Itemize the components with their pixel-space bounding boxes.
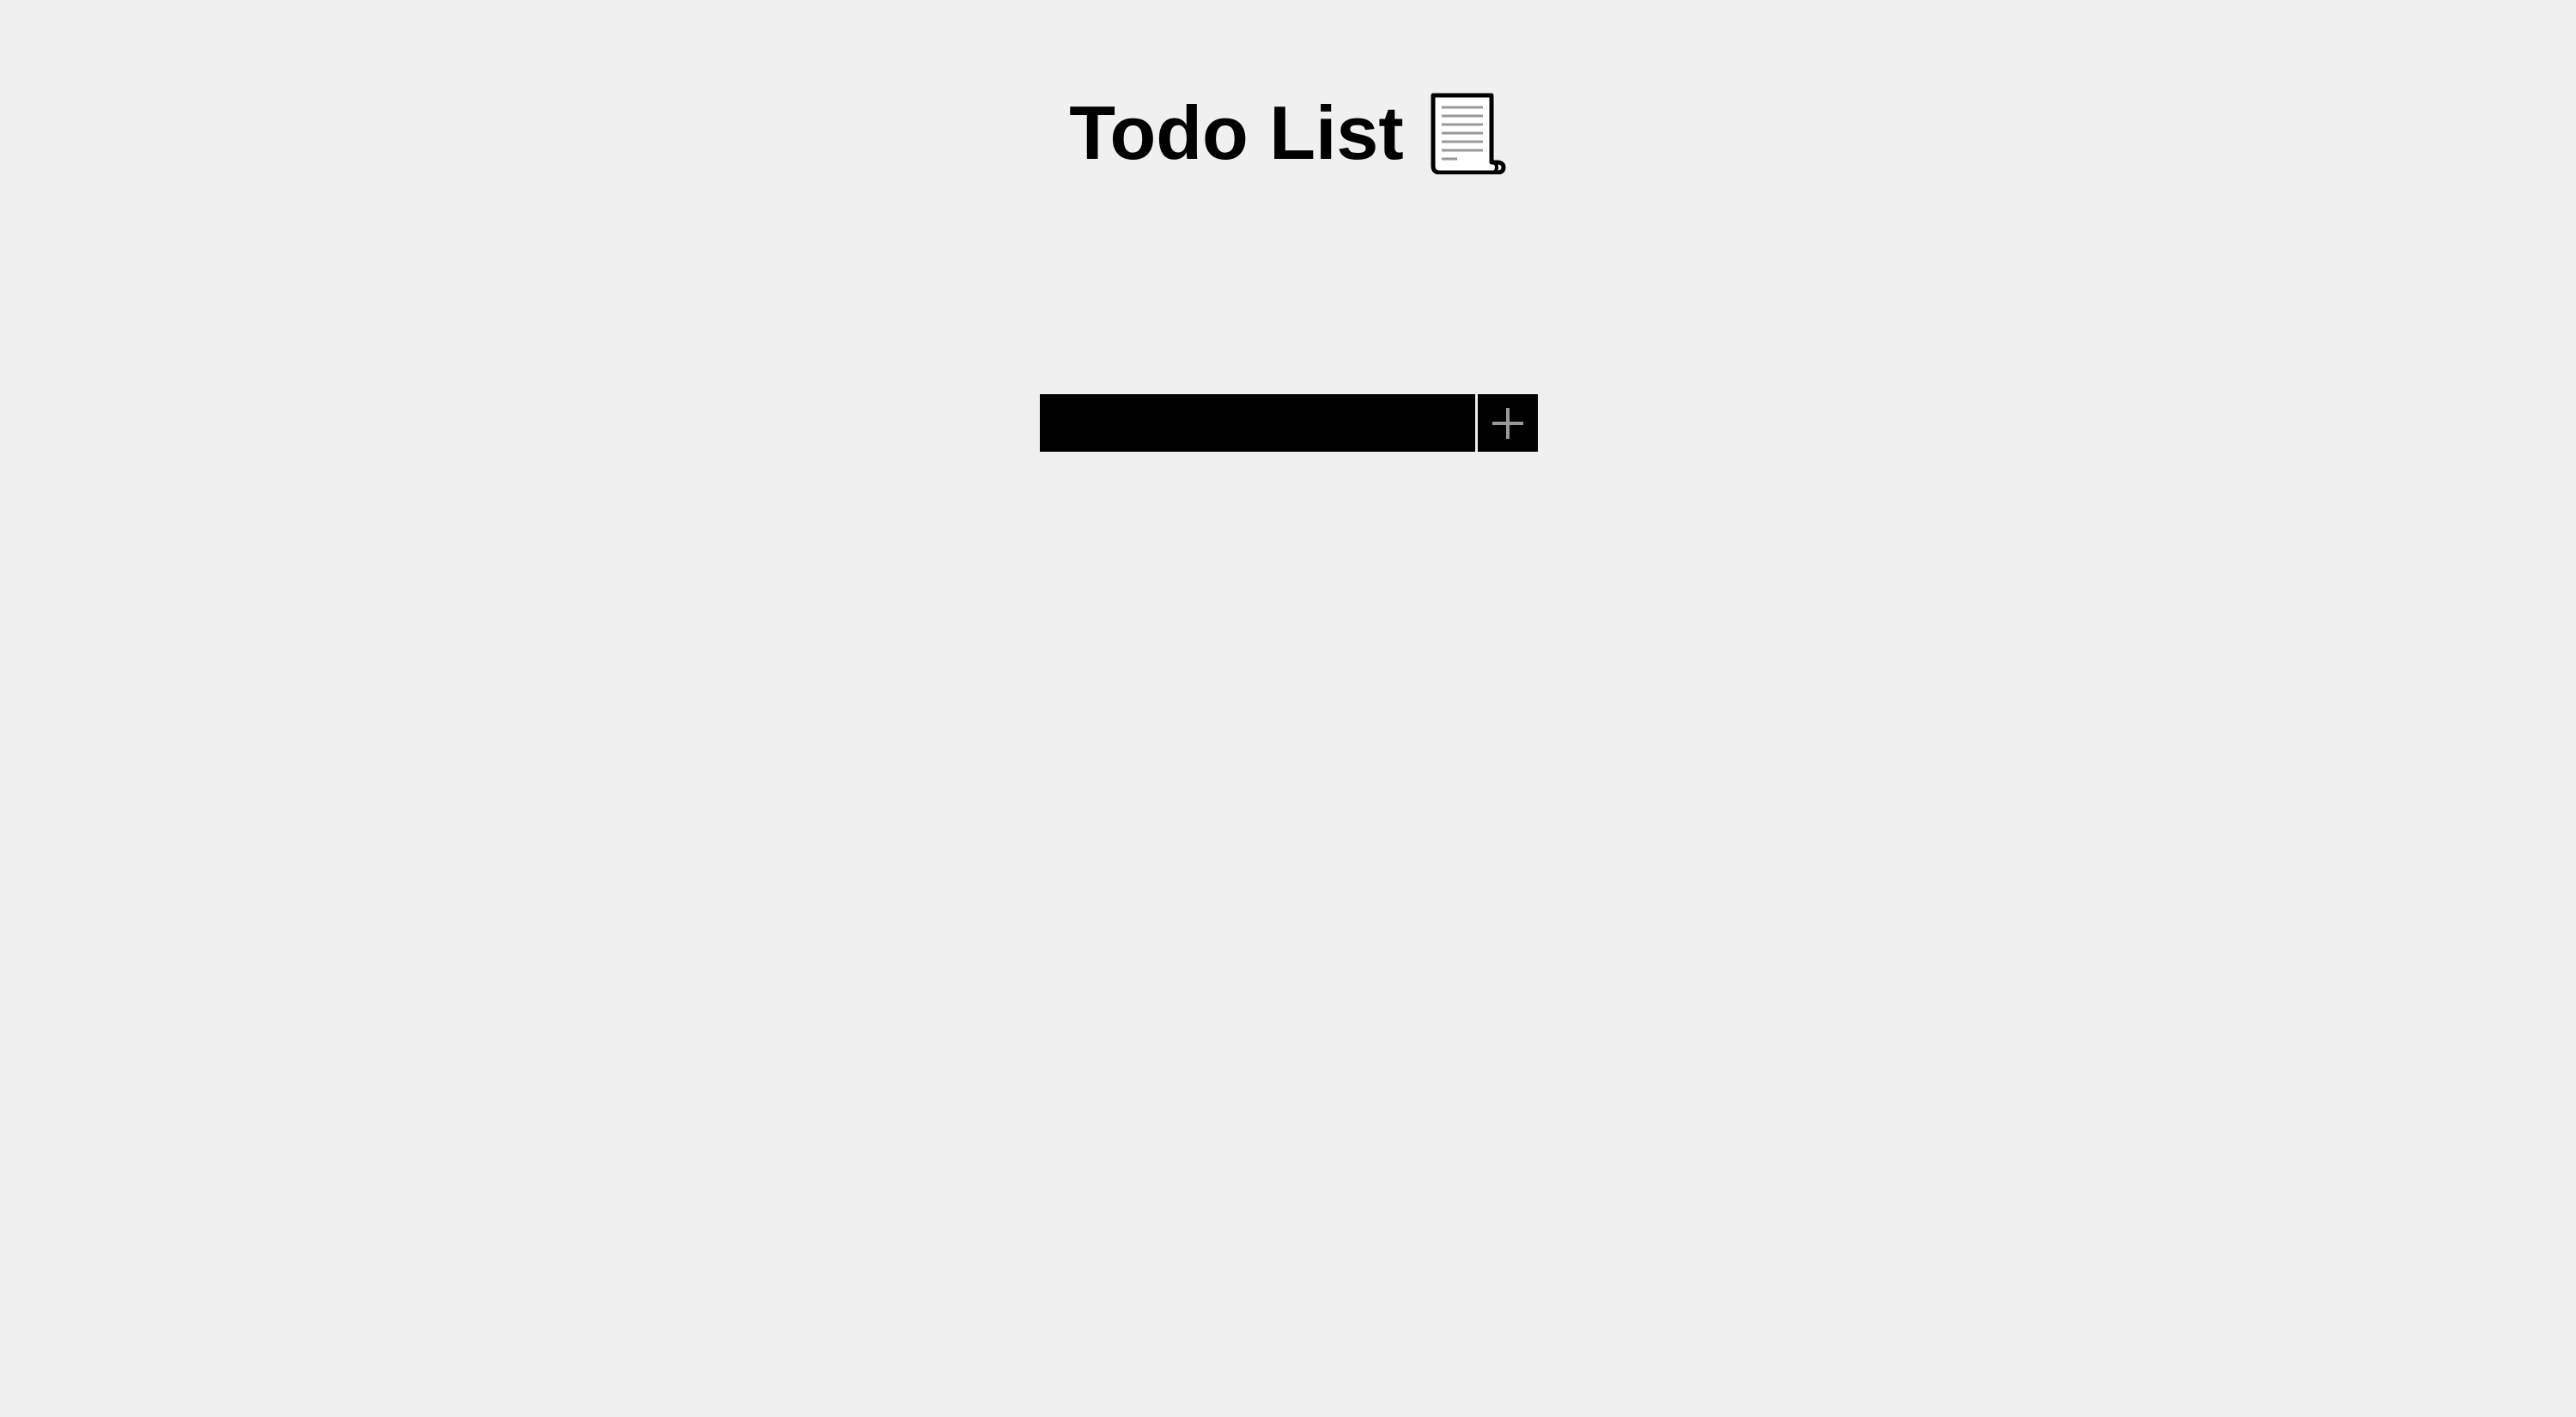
todo-input[interactable]: [1040, 394, 1475, 452]
scroll-page-icon: [1428, 92, 1507, 174]
add-todo-button[interactable]: [1478, 394, 1538, 452]
todo-form: [1040, 394, 1538, 452]
plus-icon: [1489, 404, 1527, 442]
page-title: Todo List: [1069, 90, 1404, 175]
app-header: Todo List: [0, 86, 2576, 180]
